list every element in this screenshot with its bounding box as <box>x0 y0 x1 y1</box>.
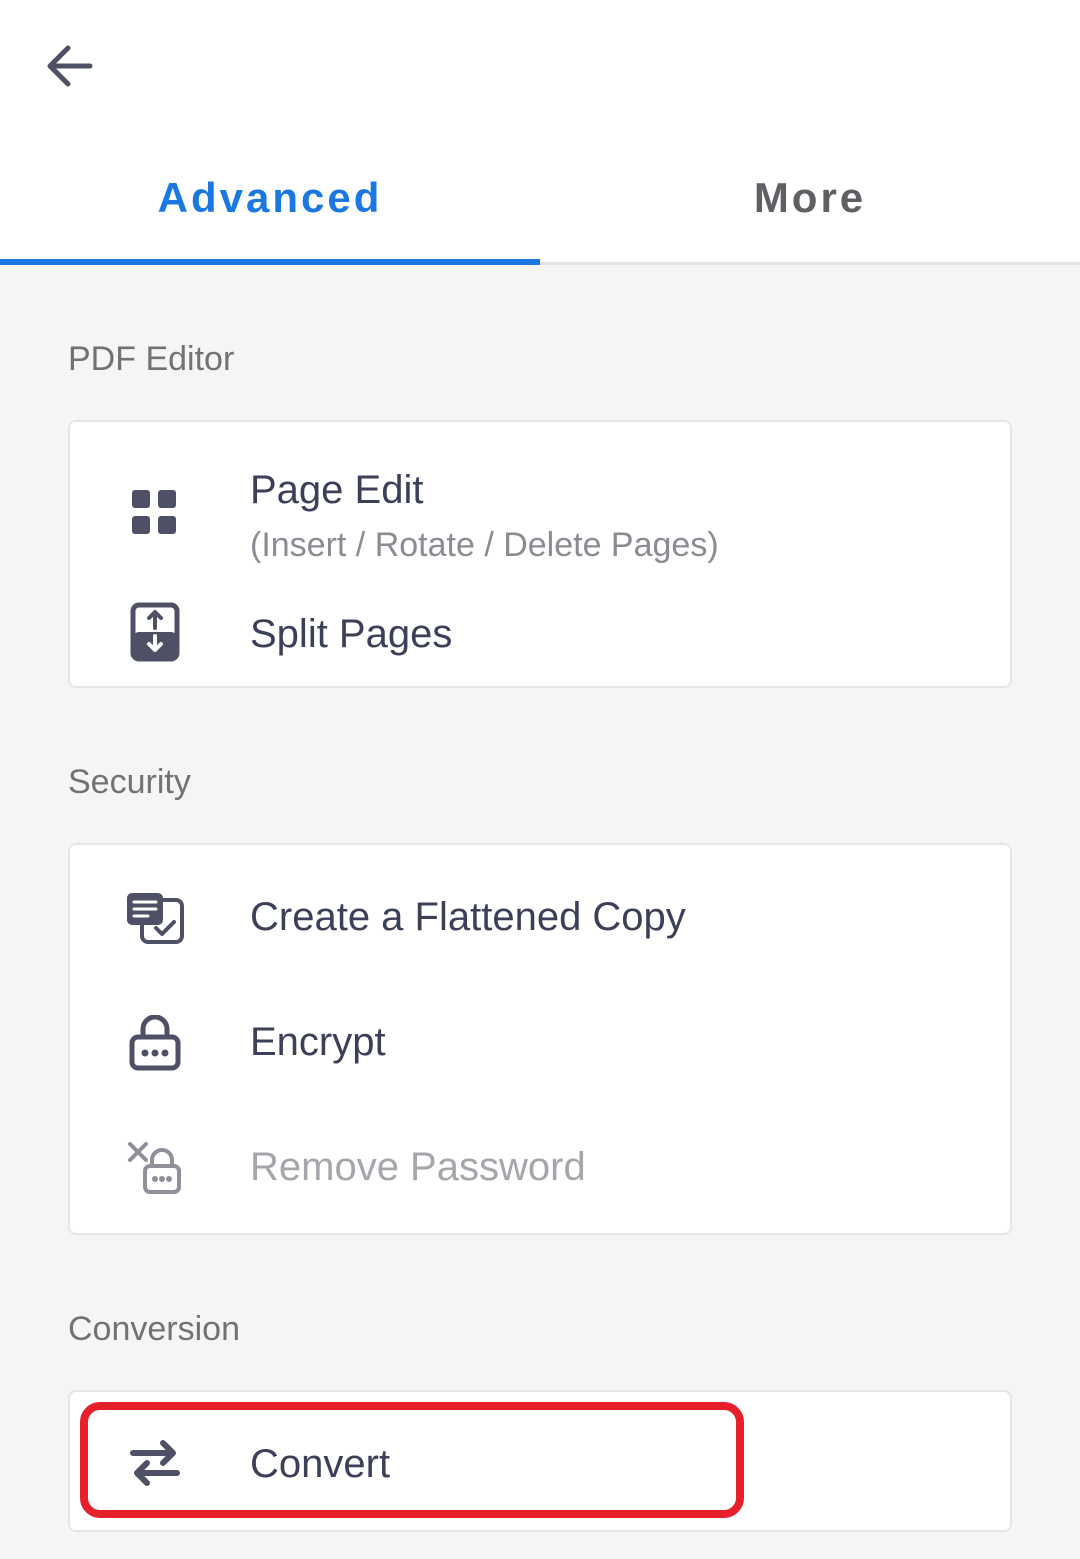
tab-bar: Advanced More <box>0 140 1080 265</box>
security-card: Create a Flattened Copy Encrypt Remove P… <box>68 843 1012 1235</box>
remove-password-label: Remove Password <box>250 1145 586 1189</box>
flattened-copy-label: Create a Flattened Copy <box>250 895 686 939</box>
flatten-copy-icon <box>120 883 190 953</box>
swap-arrows-icon <box>120 1428 190 1498</box>
page-edit-item[interactable]: Page Edit (Insert / Rotate / Delete Page… <box>70 444 1010 574</box>
conversion-card: Convert <box>68 1390 1012 1532</box>
tab-more[interactable]: More <box>540 140 1080 262</box>
section-title-conversion: Conversion <box>68 1310 240 1348</box>
grid-icon <box>120 478 190 548</box>
split-pages-icon <box>120 597 190 667</box>
arrow-left-icon <box>47 45 93 87</box>
tab-advanced-label: Advanced <box>157 174 383 221</box>
encrypt-label: Encrypt <box>250 1020 386 1064</box>
top-app-bar: Advanced More <box>0 0 1080 265</box>
page-edit-label: Page Edit <box>250 468 424 512</box>
pdf-editor-card: Page Edit (Insert / Rotate / Delete Page… <box>68 420 1012 688</box>
section-title-security: Security <box>68 763 191 801</box>
convert-label: Convert <box>250 1442 391 1486</box>
tab-advanced[interactable]: Advanced <box>0 140 540 265</box>
split-pages-label: Split Pages <box>250 612 453 656</box>
tab-more-label: More <box>753 174 867 221</box>
page-edit-sublabel: (Insert / Rotate / Delete Pages) <box>250 526 719 564</box>
back-button[interactable] <box>36 34 100 98</box>
split-pages-item[interactable]: Split Pages <box>70 582 1010 682</box>
lock-icon <box>120 1008 190 1078</box>
remove-password-item[interactable]: Remove Password <box>70 1105 1010 1230</box>
flattened-copy-item[interactable]: Create a Flattened Copy <box>70 855 1010 980</box>
encrypt-item[interactable]: Encrypt <box>70 980 1010 1105</box>
convert-item[interactable]: Convert <box>70 1404 1010 1522</box>
remove-password-icon <box>120 1133 190 1203</box>
section-title-pdf-editor: PDF Editor <box>68 340 235 378</box>
